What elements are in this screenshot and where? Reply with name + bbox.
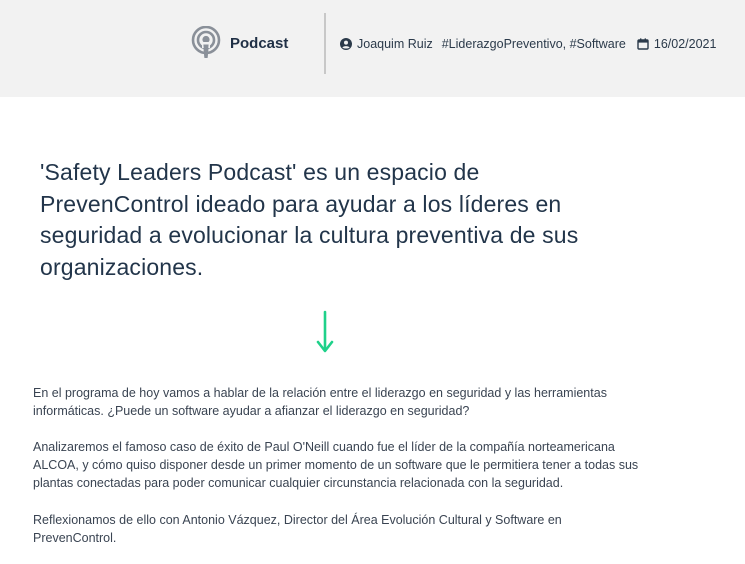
arrow-down-icon [314,310,336,361]
body-paragraph: En el programa de hoy vamos a hablar de … [33,386,607,419]
post-header: Podcast Joaquim Ruiz #LiderazgoPreventiv… [0,0,745,97]
body-paragraph: Reflexionamos de ello con Antonio Vázque… [33,513,562,546]
header-divider [324,13,326,74]
tag-links[interactable]: #LiderazgoPreventivo, #Software [442,37,626,51]
user-circle-icon [340,38,357,50]
podcast-category-label: Podcast [230,34,289,52]
podcast-icon [191,26,221,60]
body-paragraph: Analizaremos el famoso caso de éxito de … [33,440,639,491]
post-date: 16/02/2021 [637,37,717,51]
lead-paragraph: 'Safety Leaders Podcast' es un espacio d… [40,159,579,280]
date-text: 16/02/2021 [653,37,717,51]
post-meta: Joaquim Ruiz #LiderazgoPreventivo, #Soft… [340,35,716,53]
podcast-category-link[interactable]: Podcast [191,26,288,60]
author-link[interactable]: Joaquim Ruiz [357,37,433,51]
calendar-icon [637,38,654,50]
